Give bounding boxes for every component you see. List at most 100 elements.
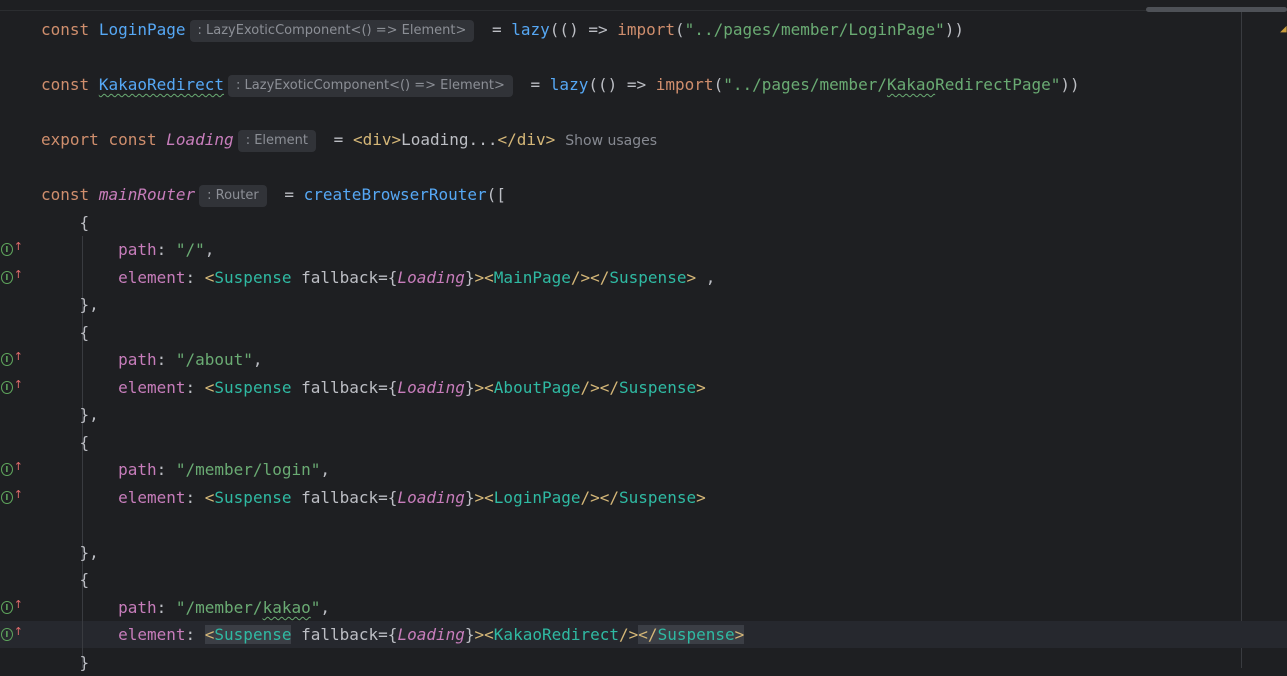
jsx-tag-suspense-highlighted[interactable]: Suspense xyxy=(214,625,291,644)
up-arrow-icon: ↑ xyxy=(13,624,23,638)
comma: , xyxy=(204,240,215,259)
route-path-line[interactable]: path: "/about", xyxy=(41,346,263,373)
route-path-line[interactable]: path: "/member/kakao", xyxy=(41,594,330,621)
operator-assign: = xyxy=(274,185,304,204)
object-open-brace[interactable]: { xyxy=(41,319,90,346)
identifier-mainrouter[interactable]: mainRouter xyxy=(99,185,195,204)
implementation-overrides-icon[interactable]: I ↑ xyxy=(1,625,23,643)
implementation-overrides-icon[interactable]: I ↑ xyxy=(1,268,23,286)
jsx-tag-component[interactable]: KakaoRedirect xyxy=(494,625,619,644)
object-open-brace[interactable]: { xyxy=(41,566,90,593)
paren-close: )) xyxy=(1060,75,1080,94)
jsx-tag-div-close[interactable]: div xyxy=(517,130,546,149)
type-inlay-hint[interactable]: : Router xyxy=(199,185,267,207)
up-arrow-icon: ↑ xyxy=(13,487,23,501)
jsx-tag-div[interactable]: div xyxy=(363,130,392,149)
property-element: element xyxy=(118,625,186,644)
route-path-line[interactable]: path: "/", xyxy=(41,236,214,263)
implementation-overrides-icon[interactable]: I ↑ xyxy=(1,350,23,368)
identifier-loginpage[interactable]: LoginPage xyxy=(99,20,186,39)
object-close-brace[interactable]: }, xyxy=(41,401,99,428)
route-element-line-current[interactable]: element: <Suspense fallback={Loading}><K… xyxy=(41,621,745,648)
jsx-tag-component[interactable]: AboutPage xyxy=(494,378,581,397)
interface-marker: I xyxy=(1,380,13,394)
function-createbrowserrouter[interactable]: createBrowserRouter xyxy=(304,185,487,204)
route-path-line[interactable]: path: "/member/login", xyxy=(41,456,330,483)
trailing-comma: , xyxy=(696,268,716,287)
implementation-overrides-icon[interactable]: I ↑ xyxy=(1,240,23,258)
jsx-bracket: </ xyxy=(590,268,610,287)
code-line-loginpage[interactable]: const LoginPage: LazyExoticComponent<() … xyxy=(41,16,964,43)
jsx-tag-suspense-close[interactable]: Suspense xyxy=(619,488,696,507)
jsx-tag-suspense[interactable]: Suspense xyxy=(214,378,291,397)
operator-assign: = xyxy=(324,130,353,149)
jsx-bracket: > xyxy=(696,488,706,507)
implementation-overrides-icon[interactable]: I ↑ xyxy=(1,488,23,506)
identifier-kakaoredirect[interactable]: KakaoRedirect xyxy=(99,75,224,94)
jsx-tag-suspense[interactable]: Suspense xyxy=(214,268,291,287)
jsx-tag-component[interactable]: LoginPage xyxy=(494,488,581,507)
import-path-string-end[interactable]: RedirectPage" xyxy=(935,75,1060,94)
keyword-import: import xyxy=(655,75,714,94)
route-element-line[interactable]: element: <Suspense fallback={Loading}><M… xyxy=(41,264,715,291)
route-element-line[interactable]: element: <Suspense fallback={Loading}><L… xyxy=(41,484,706,511)
implementation-overrides-icon[interactable]: I ↑ xyxy=(1,460,23,478)
object-close-brace-partial[interactable]: } xyxy=(41,649,90,676)
jsx-tag-suspense-close[interactable]: Suspense xyxy=(619,378,696,397)
keyword-const: const xyxy=(41,20,90,39)
object-close-brace[interactable]: }, xyxy=(41,539,99,566)
object-close-brace[interactable]: }, xyxy=(41,291,99,318)
route-path-string-start[interactable]: "/member/ xyxy=(176,598,263,617)
ref-loading[interactable]: Loading xyxy=(397,268,464,287)
import-path-typo[interactable]: Kakao xyxy=(887,75,935,94)
keyword-const: const xyxy=(41,185,90,204)
brace: }, xyxy=(79,543,99,562)
route-path-string-end[interactable]: " xyxy=(311,598,321,617)
route-path-string[interactable]: "/" xyxy=(176,240,205,259)
identifier-loading[interactable]: Loading xyxy=(166,130,233,149)
type-inlay-hint[interactable]: : LazyExoticComponent<() => Element> xyxy=(228,75,513,97)
implementation-overrides-icon[interactable]: I ↑ xyxy=(1,598,23,616)
horizontal-scrollbar-thumb[interactable] xyxy=(1146,7,1287,12)
route-path-string[interactable]: "/about" xyxy=(176,350,253,369)
ref-loading[interactable]: Loading xyxy=(397,625,464,644)
comma: , xyxy=(252,350,263,369)
object-open-brace[interactable]: { xyxy=(41,429,90,456)
function-lazy[interactable]: lazy xyxy=(550,75,589,94)
up-arrow-icon: ↑ xyxy=(13,349,23,363)
ref-loading[interactable]: Loading xyxy=(397,488,464,507)
jsx-tag-suspense-close[interactable]: Suspense xyxy=(609,268,686,287)
route-element-line[interactable]: element: <Suspense fallback={Loading}><A… xyxy=(41,374,706,401)
keyword-export: export xyxy=(41,130,99,149)
type-inlay-hint[interactable]: : Element xyxy=(237,130,317,152)
import-path-string[interactable]: "../pages/member/LoginPage" xyxy=(685,20,945,39)
code-line-loading[interactable]: export const Loading: Element = <div>Loa… xyxy=(41,126,657,153)
route-path-string[interactable]: "/member/login" xyxy=(176,460,321,479)
jsx-tag-suspense[interactable]: Suspense xyxy=(214,488,291,507)
show-usages-link[interactable]: Show usages xyxy=(565,133,657,149)
jsx-tag-suspense-close-highlighted[interactable]: Suspense xyxy=(658,625,735,644)
up-arrow-icon: ↑ xyxy=(13,239,23,253)
jsx-bracket: > xyxy=(391,130,402,149)
code-editor[interactable]: ◢ const LoginPage: LazyExoticComponent<(… xyxy=(0,0,1287,672)
implementation-overrides-icon[interactable]: I ↑ xyxy=(1,378,23,396)
function-lazy[interactable]: lazy xyxy=(511,20,550,39)
operator-assign: = xyxy=(520,75,550,94)
jsx-bracket: < xyxy=(484,268,494,287)
inspection-warning-icon[interactable]: ◢ xyxy=(1280,22,1287,35)
code-line-mainrouter[interactable]: const mainRouter: Router = createBrowser… xyxy=(41,181,506,208)
property-path: path xyxy=(118,460,157,479)
import-path-string-start[interactable]: "../pages/member/ xyxy=(723,75,887,94)
jsx-bracket: < xyxy=(204,488,215,507)
code-line-kakaoredirect[interactable]: const KakaoRedirect: LazyExoticComponent… xyxy=(41,71,1080,98)
paren-open: ( xyxy=(675,20,685,39)
jsx-bracket: > xyxy=(686,268,697,287)
route-path-typo[interactable]: kakao xyxy=(263,598,311,617)
jsx-bracket: /> xyxy=(619,625,639,644)
type-inlay-hint[interactable]: : LazyExoticComponent<() => Element> xyxy=(189,20,475,42)
jsx-tag-component[interactable]: MainPage xyxy=(494,268,571,287)
ref-loading[interactable]: Loading xyxy=(397,378,464,397)
editor-top-border xyxy=(0,10,1287,11)
object-open-brace[interactable]: { xyxy=(41,209,90,236)
jsx-attr-eq: ={ xyxy=(378,378,398,397)
